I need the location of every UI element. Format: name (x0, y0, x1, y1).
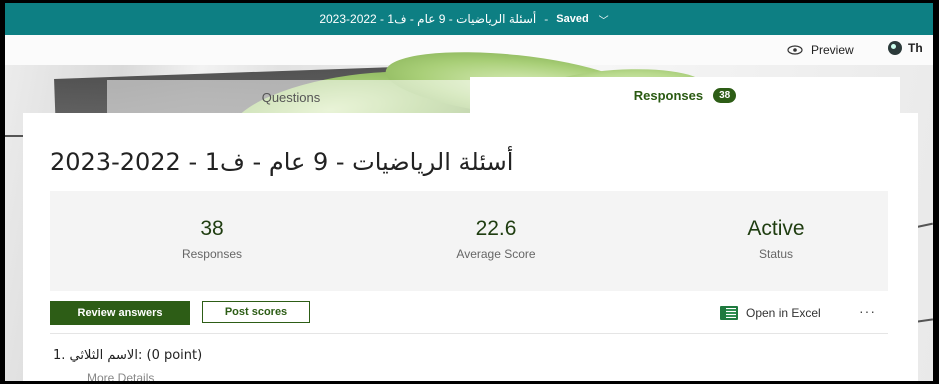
preview-button[interactable]: Preview (787, 43, 854, 57)
preview-label: Preview (811, 43, 854, 57)
responses-label: Responses (181, 247, 243, 261)
divider (50, 333, 888, 334)
average-score-value: 22.6 (475, 217, 517, 240)
title-separator: - (544, 12, 549, 26)
question-summary: 1. الاسم الثلاثي: (0 point) (53, 348, 203, 363)
saved-status: Saved (556, 13, 589, 25)
more-details-link[interactable]: More Details (87, 371, 154, 381)
responses-card: أسئلة الرياضيات - 9 عام - ف1 - 2022-2023… (23, 113, 918, 381)
theme-button[interactable]: Th (888, 41, 923, 55)
open-in-excel-button[interactable]: Open in Excel (720, 306, 821, 320)
stat-average-score: 22.6 Average Score (396, 217, 596, 261)
stat-status: Active Status (676, 217, 876, 261)
responses-count-badge: 38 (713, 87, 737, 103)
excel-icon (720, 306, 738, 320)
status-value: Active (747, 217, 805, 240)
page-title: أسئلة الرياضيات - 9 عام - ف1 - 2022-2023 (50, 148, 514, 176)
app-window: أسئلة الرياضيات - 9 عام - ف1 - 2022-2023… (5, 3, 933, 381)
open-in-excel-label: Open in Excel (746, 306, 821, 320)
palette-icon (888, 41, 902, 55)
form-title-breadcrumb[interactable]: أسئلة الرياضيات - 9 عام - ف1 - 2022-2023 (319, 12, 536, 26)
title-bar: أسئلة الرياضيات - 9 عام - ف1 - 2022-2023… (5, 3, 933, 35)
tab-responses[interactable]: Responses 38 (470, 77, 900, 113)
decor-line (5, 135, 23, 137)
responses-value: 38 (200, 217, 224, 240)
tab-responses-label: Responses (633, 87, 704, 103)
tab-questions[interactable]: Questions (107, 80, 475, 114)
average-score-label: Average Score (456, 247, 536, 261)
stat-responses: 38 Responses (112, 217, 312, 261)
tab-questions-label: Questions (261, 89, 321, 105)
theme-label: Th (908, 41, 923, 55)
more-options-button[interactable]: ··· (859, 303, 876, 319)
post-scores-button[interactable]: Post scores (202, 301, 310, 323)
review-answers-button[interactable]: Review answers (50, 301, 190, 325)
status-label: Status (758, 247, 794, 261)
summary-stats: 38 Responses 22.6 Average Score Active S… (50, 191, 888, 291)
eye-icon (787, 45, 803, 55)
chevron-down-icon[interactable]: ﹀ (599, 12, 609, 27)
